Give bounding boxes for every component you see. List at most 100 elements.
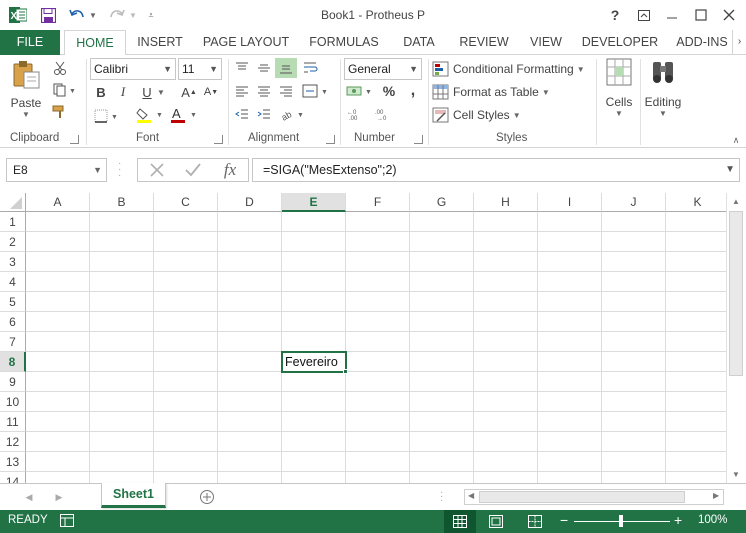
- font-size-combo[interactable]: 11 ▼: [178, 58, 222, 80]
- zoom-in-button[interactable]: +: [674, 512, 682, 528]
- hscroll-thumb[interactable]: [479, 491, 685, 503]
- tab-data[interactable]: DATA: [394, 30, 444, 55]
- cells-button[interactable]: Cells ▼: [600, 57, 638, 127]
- row-header[interactable]: 2: [0, 232, 26, 252]
- orientation-icon[interactable]: ab ▼: [278, 105, 308, 123]
- borders-button[interactable]: ▼: [92, 107, 122, 125]
- number-launcher-icon[interactable]: [414, 135, 423, 144]
- column-header-active[interactable]: E: [282, 193, 346, 212]
- active-cell[interactable]: Fevereiro: [281, 351, 347, 373]
- tabs-scroll-right-icon[interactable]: ›: [732, 30, 746, 55]
- merge-center-icon[interactable]: ▼: [300, 82, 332, 100]
- row-header[interactable]: 3: [0, 252, 26, 272]
- tab-developer[interactable]: DEVELOPER: [578, 30, 662, 55]
- percent-style-button[interactable]: %: [380, 82, 398, 100]
- decrease-decimal-icon[interactable]: .00 →0: [372, 105, 396, 123]
- row-header[interactable]: 14: [0, 472, 26, 483]
- zoom-out-button[interactable]: −: [560, 512, 568, 528]
- tab-review[interactable]: REVIEW: [454, 30, 514, 55]
- page-layout-view-icon[interactable]: [489, 515, 503, 528]
- page-break-view-icon[interactable]: [528, 515, 542, 528]
- column-header[interactable]: G: [410, 193, 474, 212]
- minimize-icon[interactable]: [660, 4, 684, 26]
- zoom-level[interactable]: 100%: [698, 514, 727, 526]
- sheet-scroll-right-icon[interactable]: ▶: [52, 490, 66, 504]
- row-header[interactable]: 13: [0, 452, 26, 472]
- font-name-combo[interactable]: Calibri ▼: [90, 58, 176, 80]
- select-all-corner[interactable]: [0, 193, 26, 212]
- collapse-ribbon-icon[interactable]: ∧: [730, 135, 742, 145]
- cancel-entry-icon[interactable]: [144, 161, 170, 179]
- row-header[interactable]: 11: [0, 412, 26, 432]
- row-header[interactable]: 9: [0, 372, 26, 392]
- vertical-scrollbar[interactable]: ▲ ▼: [726, 193, 746, 483]
- horizontal-scrollbar[interactable]: ◀ ▶: [464, 489, 724, 505]
- close-icon[interactable]: [717, 4, 741, 26]
- insert-function-button[interactable]: fx: [216, 160, 244, 180]
- cell-styles-button[interactable]: Cell Styles ▼: [432, 105, 532, 125]
- column-header[interactable]: A: [26, 193, 90, 212]
- copy-icon[interactable]: ▼: [50, 81, 80, 99]
- conditional-formatting-button[interactable]: Conditional Formatting ▼: [432, 59, 592, 79]
- editing-button[interactable]: Editing ▼: [642, 57, 684, 127]
- column-header[interactable]: H: [474, 193, 538, 212]
- underline-button[interactable]: U: [138, 83, 156, 101]
- row-header[interactable]: 6: [0, 312, 26, 332]
- column-header[interactable]: B: [90, 193, 154, 212]
- accounting-format-icon[interactable]: ▼: [344, 82, 376, 100]
- help-icon[interactable]: ?: [603, 4, 627, 26]
- row-header[interactable]: 5: [0, 292, 26, 312]
- zoom-slider-thumb[interactable]: [619, 515, 623, 527]
- align-right-icon[interactable]: [276, 82, 296, 100]
- expand-formula-icon[interactable]: ▼: [725, 159, 735, 181]
- column-header[interactable]: J: [602, 193, 666, 212]
- hscroll-right-icon[interactable]: ▶: [713, 491, 719, 500]
- format-as-table-button[interactable]: Format as Table ▼: [432, 82, 562, 102]
- name-box[interactable]: E8 ▼: [6, 158, 107, 182]
- ribbon-display-icon[interactable]: [632, 4, 656, 26]
- grow-font-button[interactable]: A ▲: [180, 83, 198, 101]
- fill-color-button[interactable]: ▼: [134, 105, 166, 125]
- number-format-combo[interactable]: General ▼: [344, 58, 422, 80]
- align-bottom-icon[interactable]: [275, 58, 297, 78]
- row-header[interactable]: 1: [0, 212, 26, 232]
- restore-icon[interactable]: [689, 4, 713, 26]
- row-header-active[interactable]: 8: [0, 352, 26, 372]
- font-launcher-icon[interactable]: [214, 135, 223, 144]
- tab-insert[interactable]: INSERT: [132, 30, 188, 55]
- decrease-indent-icon[interactable]: [232, 105, 252, 123]
- hscroll-left-icon[interactable]: ◀: [468, 491, 474, 500]
- format-painter-icon[interactable]: [50, 103, 70, 121]
- column-header[interactable]: F: [346, 193, 410, 212]
- row-header[interactable]: 7: [0, 332, 26, 352]
- align-center-icon[interactable]: [254, 82, 274, 100]
- tab-view[interactable]: VIEW: [524, 30, 568, 55]
- sheet-scroll-left-icon[interactable]: ◀: [22, 490, 36, 504]
- column-header[interactable]: K: [666, 193, 730, 212]
- alignment-launcher-icon[interactable]: [326, 135, 335, 144]
- fill-handle[interactable]: [343, 369, 348, 374]
- increase-decimal-icon[interactable]: ←0.00: [344, 105, 368, 123]
- clipboard-launcher-icon[interactable]: [70, 135, 79, 144]
- underline-dropdown-icon[interactable]: ▼: [156, 83, 166, 101]
- tab-page-layout[interactable]: PAGE LAYOUT: [198, 30, 294, 55]
- cut-icon[interactable]: [50, 59, 70, 77]
- scroll-up-icon[interactable]: ▲: [732, 197, 740, 206]
- splitter-handle-icon[interactable]: · · ·: [118, 159, 121, 181]
- bold-button[interactable]: B: [92, 83, 110, 101]
- sheet-tab-sheet1[interactable]: Sheet1: [101, 483, 166, 508]
- tab-addins[interactable]: ADD-INS: [672, 30, 732, 55]
- align-left-icon[interactable]: [232, 82, 252, 100]
- paste-button[interactable]: Paste ▼: [8, 59, 44, 119]
- row-header[interactable]: 12: [0, 432, 26, 452]
- normal-view-button[interactable]: [444, 510, 476, 533]
- column-header[interactable]: D: [218, 193, 282, 212]
- row-header[interactable]: 4: [0, 272, 26, 292]
- tab-home[interactable]: HOME: [64, 30, 126, 56]
- macro-record-icon[interactable]: [60, 514, 74, 527]
- row-header[interactable]: 10: [0, 392, 26, 412]
- shrink-font-button[interactable]: A ▼: [202, 83, 220, 101]
- scroll-thumb[interactable]: [729, 211, 743, 376]
- tab-splitter-icon[interactable]: · · ·: [440, 488, 443, 506]
- scroll-down-icon[interactable]: ▼: [732, 470, 740, 479]
